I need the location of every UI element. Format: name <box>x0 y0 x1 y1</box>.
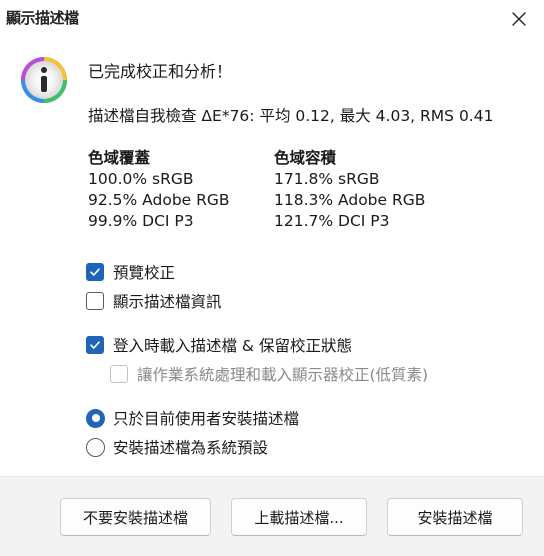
window-title: 顯示描述檔 <box>6 9 79 27</box>
preview-calibration-label: 預覽校正 <box>113 264 176 282</box>
install-system-default-label: 安裝描述檔為系統預設 <box>113 439 269 457</box>
close-button[interactable] <box>506 6 532 32</box>
completion-message: 已完成校正和分析！ <box>88 62 233 81</box>
install-profile-button[interactable]: 安裝描述檔 <box>387 498 523 536</box>
dialog-footer: 不要安裝描述檔 上載描述檔... 安裝描述檔 <box>0 476 544 556</box>
close-icon <box>512 12 526 26</box>
preview-calibration-checkbox[interactable]: 預覽校正 <box>86 261 175 283</box>
radio-selected-icon[interactable] <box>86 408 105 428</box>
profile-install-dialog: 顯示描述檔 已完成校正和分析！ 描述檔自我檢查 ΔE*76: 平均 0.12, … <box>0 0 544 556</box>
self-check-result: 描述檔自我檢查 ΔE*76: 平均 0.12, 最大 4.03, RMS 0.4… <box>88 107 494 125</box>
checkbox-disabled-icon <box>110 365 128 383</box>
gamut-volume-adobe-rgb: 118.3% Adobe RGB <box>274 191 426 209</box>
gamut-coverage-adobe-rgb: 92.5% Adobe RGB <box>88 191 230 209</box>
gamut-coverage: 色域覆蓋 100.0% sRGB 92.5% Adobe RGB 99.9% D… <box>88 148 230 232</box>
gamut-volume-srgb: 171.8% sRGB <box>274 170 380 188</box>
checkbox-checked-icon[interactable] <box>86 263 104 281</box>
os-handle-calibration-label: 讓作業系統處理和載入顯示器校正(低質素) <box>137 366 429 384</box>
dialog-content: 已完成校正和分析！ 描述檔自我檢查 ΔE*76: 平均 0.12, 最大 4.0… <box>0 38 544 476</box>
checkbox-unchecked-icon[interactable] <box>86 292 104 310</box>
dont-install-button[interactable]: 不要安裝描述檔 <box>60 498 211 536</box>
info-icon <box>21 57 67 103</box>
load-on-login-label: 登入時載入描述檔 & 保留校正狀態 <box>113 337 352 355</box>
gamut-coverage-srgb: 100.0% sRGB <box>88 170 194 188</box>
gamut-volume-header: 色域容積 <box>274 149 337 167</box>
upload-profile-button[interactable]: 上載描述檔... <box>231 498 367 536</box>
install-current-user-radio[interactable]: 只於目前使用者安裝描述檔 <box>86 407 299 429</box>
install-current-user-label: 只於目前使用者安裝描述檔 <box>113 410 300 428</box>
os-handle-calibration-checkbox: 讓作業系統處理和載入顯示器校正(低質素) <box>110 363 428 385</box>
install-system-default-radio[interactable]: 安裝描述檔為系統預設 <box>86 436 268 458</box>
load-on-login-checkbox[interactable]: 登入時載入描述檔 & 保留校正狀態 <box>86 334 352 356</box>
gamut-coverage-dci-p3: 99.9% DCI P3 <box>88 212 194 230</box>
gamut-volume-dci-p3: 121.7% DCI P3 <box>274 212 390 230</box>
show-profile-info-label: 顯示描述檔資訊 <box>113 293 222 311</box>
checkbox-checked-icon[interactable] <box>86 336 104 354</box>
gamut-coverage-header: 色域覆蓋 <box>88 149 151 167</box>
title-bar[interactable]: 顯示描述檔 <box>0 0 544 38</box>
show-profile-info-checkbox[interactable]: 顯示描述檔資訊 <box>86 290 222 312</box>
gamut-volume: 色域容積 171.8% sRGB 118.3% Adobe RGB 121.7%… <box>274 148 425 232</box>
radio-unselected-icon[interactable] <box>86 437 105 457</box>
